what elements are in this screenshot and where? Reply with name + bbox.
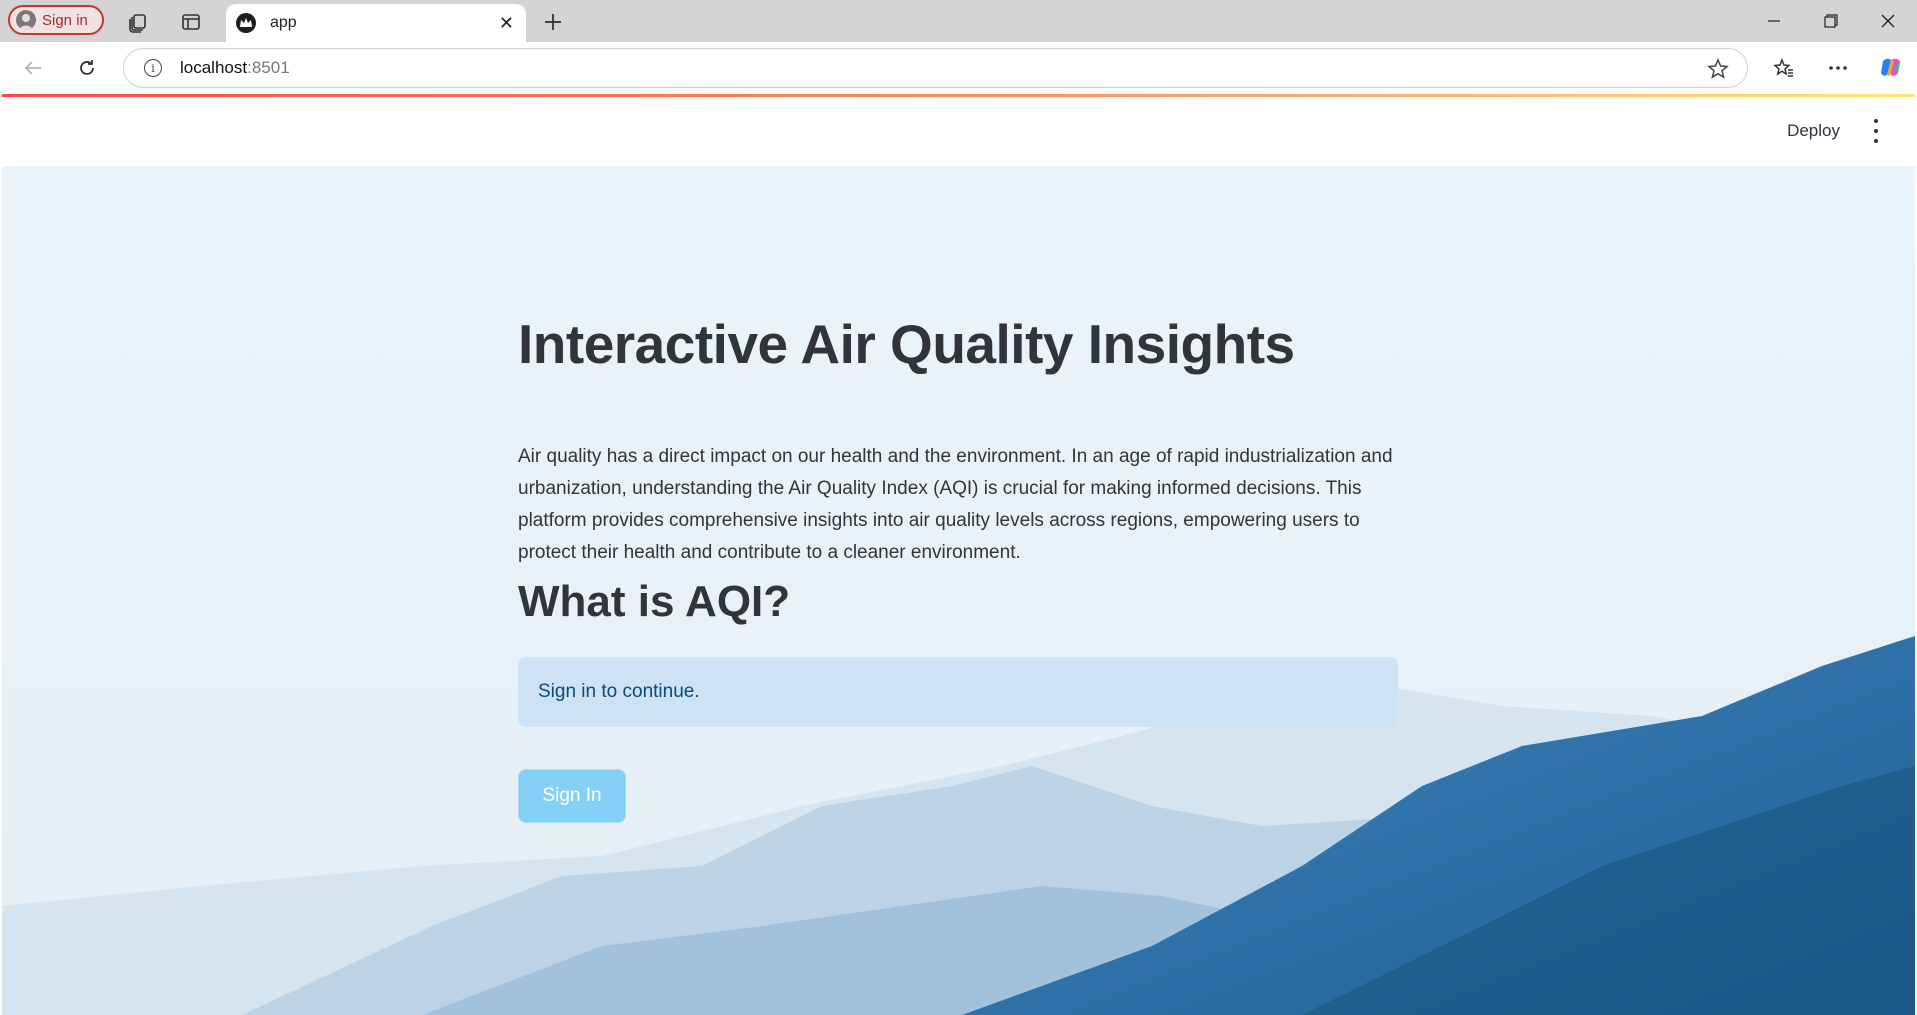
tab-actions-icon[interactable] [177,8,205,36]
reload-icon[interactable] [73,54,101,82]
info-alert-text: Sign in to continue. [538,681,700,702]
copilot-icon[interactable] [1877,54,1905,82]
profile-sign-in-button[interactable]: Sign in [8,5,104,35]
streamlit-favicon-icon [236,13,256,33]
section-heading-aqi: What is AQI? [518,577,791,626]
sign-in-button[interactable]: Sign In [518,769,626,823]
url-host: localhost [180,58,248,77]
restore-icon[interactable] [1803,0,1859,42]
favorite-star-icon[interactable] [1707,58,1729,85]
tab-close-icon[interactable]: ✕ [499,13,514,34]
app-header: Deploy [2,97,1915,166]
profile-avatar-icon [16,10,36,30]
minimize-icon[interactable] [1746,0,1802,42]
site-info-icon[interactable]: i [144,59,162,77]
deploy-button[interactable]: Deploy [1779,117,1848,145]
more-options-icon[interactable] [1824,54,1852,82]
collections-icon[interactable] [124,8,152,36]
address-bar[interactable]: i localhost:8501 [123,48,1748,88]
back-arrow-icon[interactable] [19,54,47,82]
favorites-icon[interactable] [1770,54,1798,82]
tab-title: app [270,14,297,31]
page-title: Interactive Air Quality Insights [518,313,1295,375]
browser-tabstrip: Sign in app ✕ [0,0,1917,42]
close-window-icon[interactable] [1860,0,1916,42]
info-alert: Sign in to continue. [518,657,1398,727]
main-menu-icon[interactable] [1871,119,1881,143]
url-port: :8501 [247,58,290,77]
mountain-background-image [2,166,1915,1015]
app-viewport: Deploy Interactive Air Quality Insights … [2,94,1915,1015]
profile-label: Sign in [42,11,88,29]
browser-toolbar: i localhost:8501 [0,42,1917,94]
intro-paragraph: Air quality has a direct impact on our h… [518,446,1393,563]
new-tab-icon[interactable] [539,8,567,36]
browser-tab-app[interactable]: app ✕ [226,4,526,42]
